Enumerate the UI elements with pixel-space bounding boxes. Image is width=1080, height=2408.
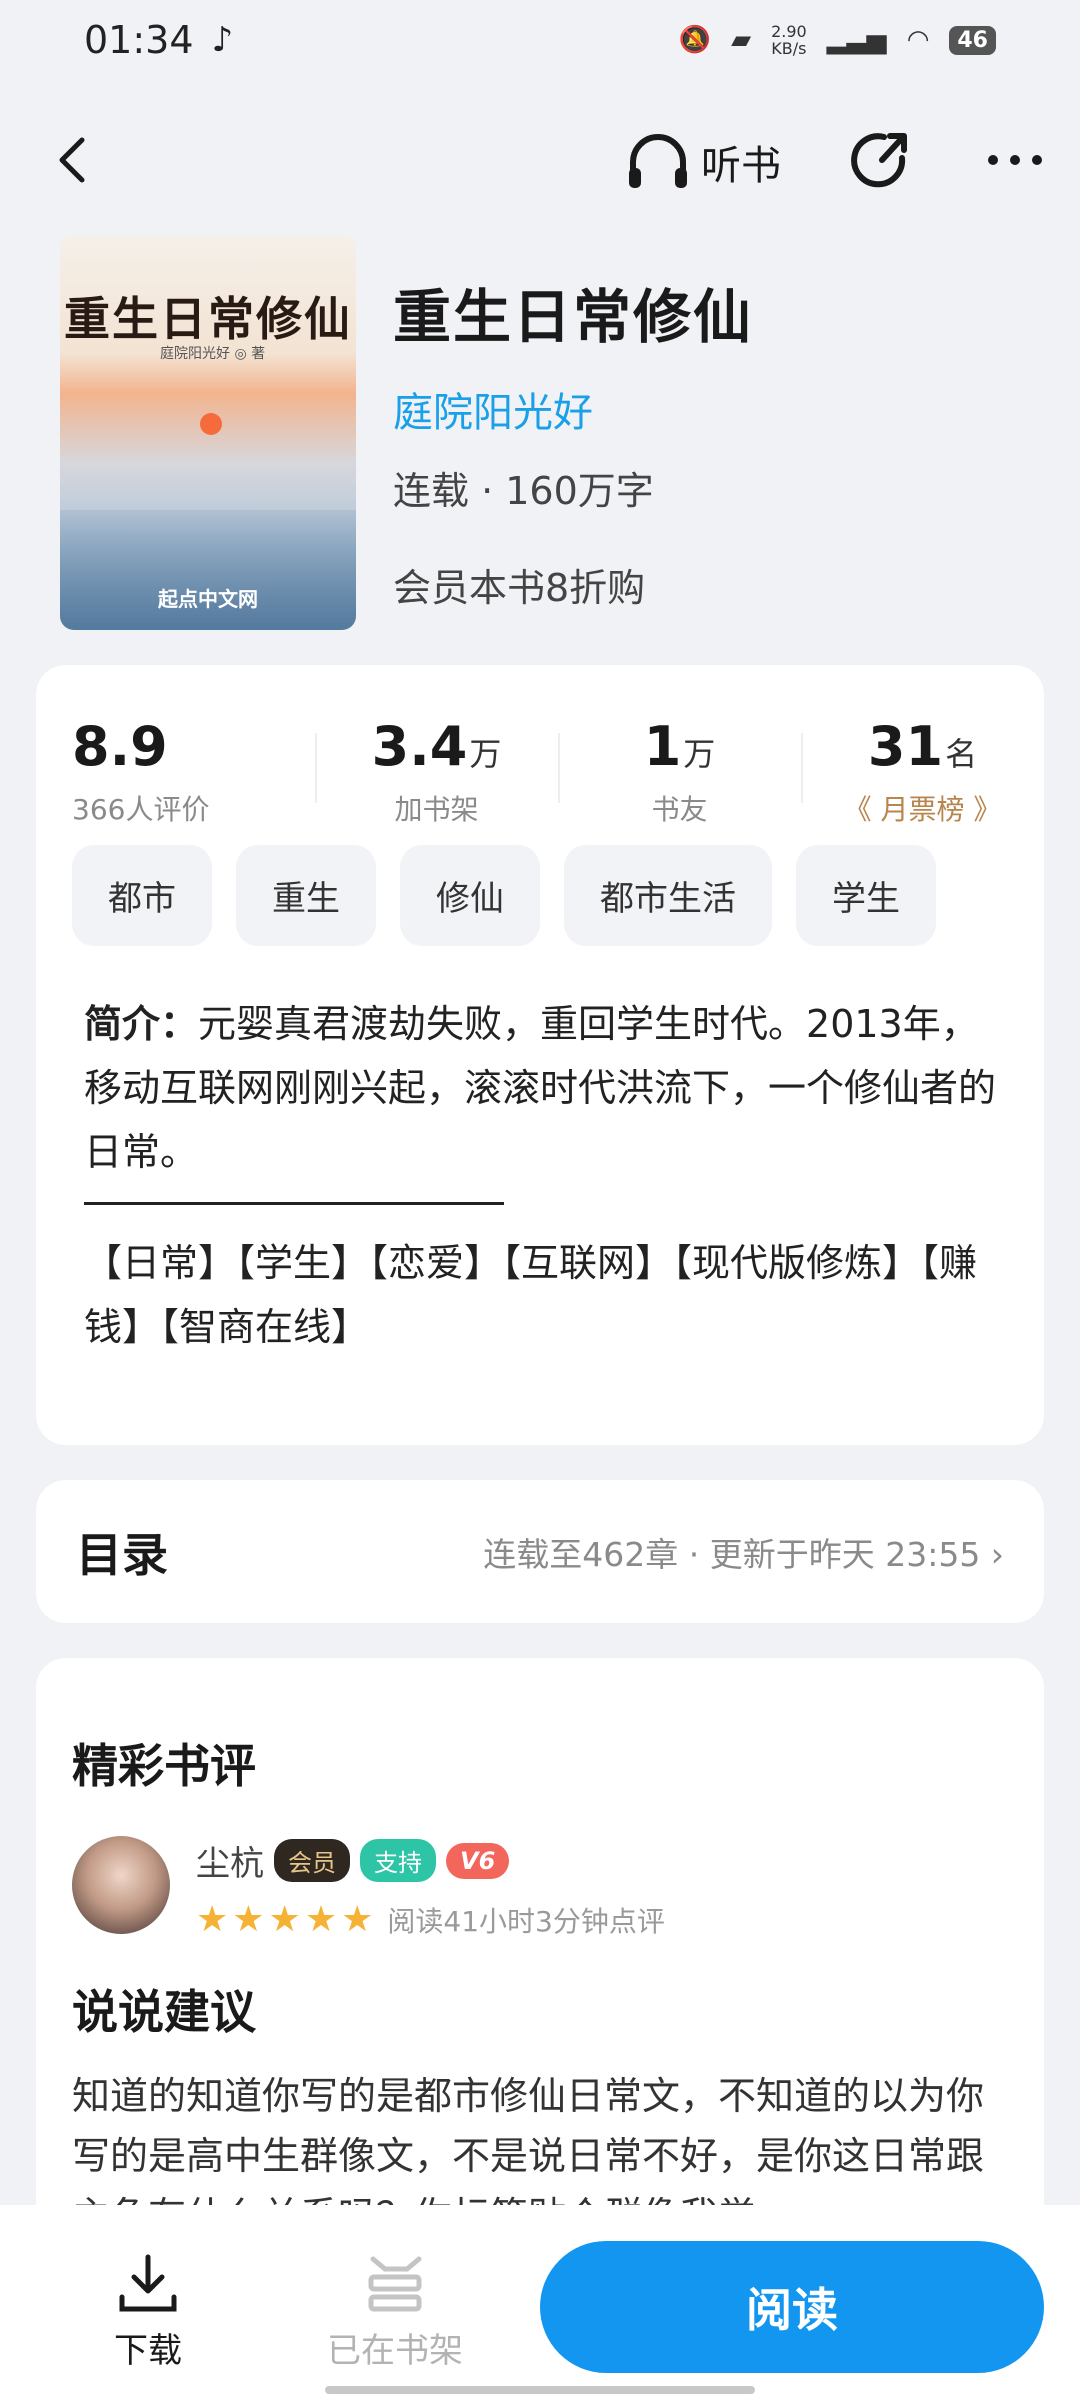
- synopsis-keywords: 【日常】【学生】【恋爱】【互联网】【现代版修炼】【赚钱】【智商在线】: [84, 1241, 978, 1349]
- book-title: 重生日常修仙: [393, 283, 754, 351]
- in-shelf-label: 已在书架: [327, 2331, 463, 2371]
- net-speed: 2.90 KB/s: [771, 22, 807, 58]
- top-nav: 听书: [0, 110, 1080, 210]
- battery-icon: 46: [949, 25, 996, 55]
- download-label: 下载: [114, 2331, 182, 2371]
- wifi-icon: ◠: [906, 25, 930, 55]
- toc-update-info: 连载至462章 · 更新于昨天 23:55 ›: [483, 1534, 1004, 1574]
- status-icons: 🔕 ▰ 2.90 KB/s ▂▃▅ ◠ 46: [679, 23, 996, 57]
- tag-chip[interactable]: 都市生活: [564, 845, 772, 946]
- signal-hd-icon: ▰: [731, 25, 752, 55]
- book-author-link[interactable]: 庭院阳光好: [393, 380, 753, 438]
- headphones-icon: [629, 134, 687, 188]
- read-button[interactable]: 阅读: [540, 2241, 1044, 2373]
- cover-cityscape: [60, 510, 356, 630]
- share-icon[interactable]: [848, 128, 914, 194]
- cover-sun: [200, 413, 222, 435]
- listen-button[interactable]: 听书: [625, 132, 781, 192]
- tiktok-icon: ♪: [211, 20, 234, 60]
- star-rating: ★★★★★: [196, 1899, 378, 1940]
- reviews-section-title: 精彩书评: [72, 1739, 256, 1793]
- download-icon: [119, 2254, 177, 2312]
- book-info: 重生日常修仙 庭院阳光好 连载 · 160万字 会员本书8折购: [393, 270, 753, 612]
- home-indicator[interactable]: [325, 2386, 755, 2394]
- review-title[interactable]: 说说建议: [72, 1976, 1008, 2042]
- tag-list: 都市 重生 修仙 都市生活 学生: [36, 825, 1044, 946]
- stat-bookshelf[interactable]: 3.4万 加书架: [315, 715, 558, 826]
- synopsis-text: 元婴真君渡劫失败，重回学生时代。2013年，移动互联网刚刚兴起，滚滚时代洪流下，…: [84, 1002, 997, 1174]
- toc-row[interactable]: 目录 连载至462章 · 更新于昨天 23:55 ›: [36, 1480, 1044, 1623]
- synopsis[interactable]: 简介：元婴真君渡劫失败，重回学生时代。2013年，移动互联网刚刚兴起，滚滚时代洪…: [36, 946, 1044, 1184]
- review-username[interactable]: 尘杭: [196, 1836, 264, 1885]
- book-detail-card: 8.9 366人评价 3.4万 加书架 1万 书友 31名 《 月票榜 》 都市…: [36, 665, 1044, 1445]
- book-meta: 连载 · 160万字: [393, 469, 654, 513]
- cover-title: 重生日常修仙: [64, 292, 352, 346]
- cover-publisher: 起点中文网: [158, 587, 258, 611]
- stat-monthly-ticket-rank[interactable]: 31名 《 月票榜 》: [801, 715, 1044, 826]
- tag-chip[interactable]: 学生: [796, 845, 936, 946]
- in-shelf-button[interactable]: 已在书架: [305, 2253, 485, 2372]
- toc-label: 目录: [76, 1527, 168, 1582]
- signal-icon: ▂▃▅: [826, 25, 887, 55]
- mute-icon: 🔕: [678, 25, 712, 55]
- avatar[interactable]: [72, 1836, 170, 1934]
- stat-readers[interactable]: 1万 书友: [558, 715, 801, 826]
- vip-badge: 会员: [274, 1839, 350, 1882]
- cover-author: 庭院阳光好 ◎ 著: [160, 346, 266, 362]
- stats-row: 8.9 366人评价 3.4万 加书架 1万 书友 31名 《 月票榜 》: [36, 665, 1044, 826]
- status-time: 01:34: [84, 18, 194, 62]
- synopsis-label: 简介：: [84, 1002, 199, 1046]
- review-header: 尘杭 会员 支持 V6 ★★★★★ 阅读41小时3分钟点评: [72, 1836, 1008, 1940]
- stat-rating[interactable]: 8.9 366人评价: [36, 715, 315, 826]
- level-badge: V6: [446, 1842, 510, 1879]
- member-promo[interactable]: 会员本书8折购: [393, 557, 753, 612]
- tag-chip[interactable]: 都市: [72, 845, 212, 946]
- listen-label: 听书: [701, 143, 781, 189]
- bookshelf-icon: [368, 2256, 422, 2312]
- review-read-time: 阅读41小时3分钟点评: [387, 1904, 665, 1938]
- tag-chip[interactable]: 重生: [236, 845, 376, 946]
- support-badge: 支持: [360, 1839, 436, 1882]
- status-bar: 01:34 ♪ 🔕 ▰ 2.90 KB/s ▂▃▅ ◠ 46: [0, 0, 1080, 80]
- more-icon[interactable]: [985, 140, 1045, 180]
- download-button[interactable]: 下载: [58, 2253, 238, 2372]
- book-cover[interactable]: 重生日常修仙 庭院阳光好 ◎ 著 起点中文网: [60, 235, 356, 630]
- back-icon[interactable]: [44, 130, 104, 190]
- review-body[interactable]: 知道的知道你写的是都市修仙日常文，不知道的以为你写的是高中生群像文，不是说日常不…: [72, 2066, 1008, 2216]
- bottom-action-bar: 下载 已在书架 阅读: [0, 2205, 1080, 2408]
- review-meta: 尘杭 会员 支持 V6 ★★★★★ 阅读41小时3分钟点评: [196, 1836, 665, 1940]
- tag-chip[interactable]: 修仙: [400, 845, 540, 946]
